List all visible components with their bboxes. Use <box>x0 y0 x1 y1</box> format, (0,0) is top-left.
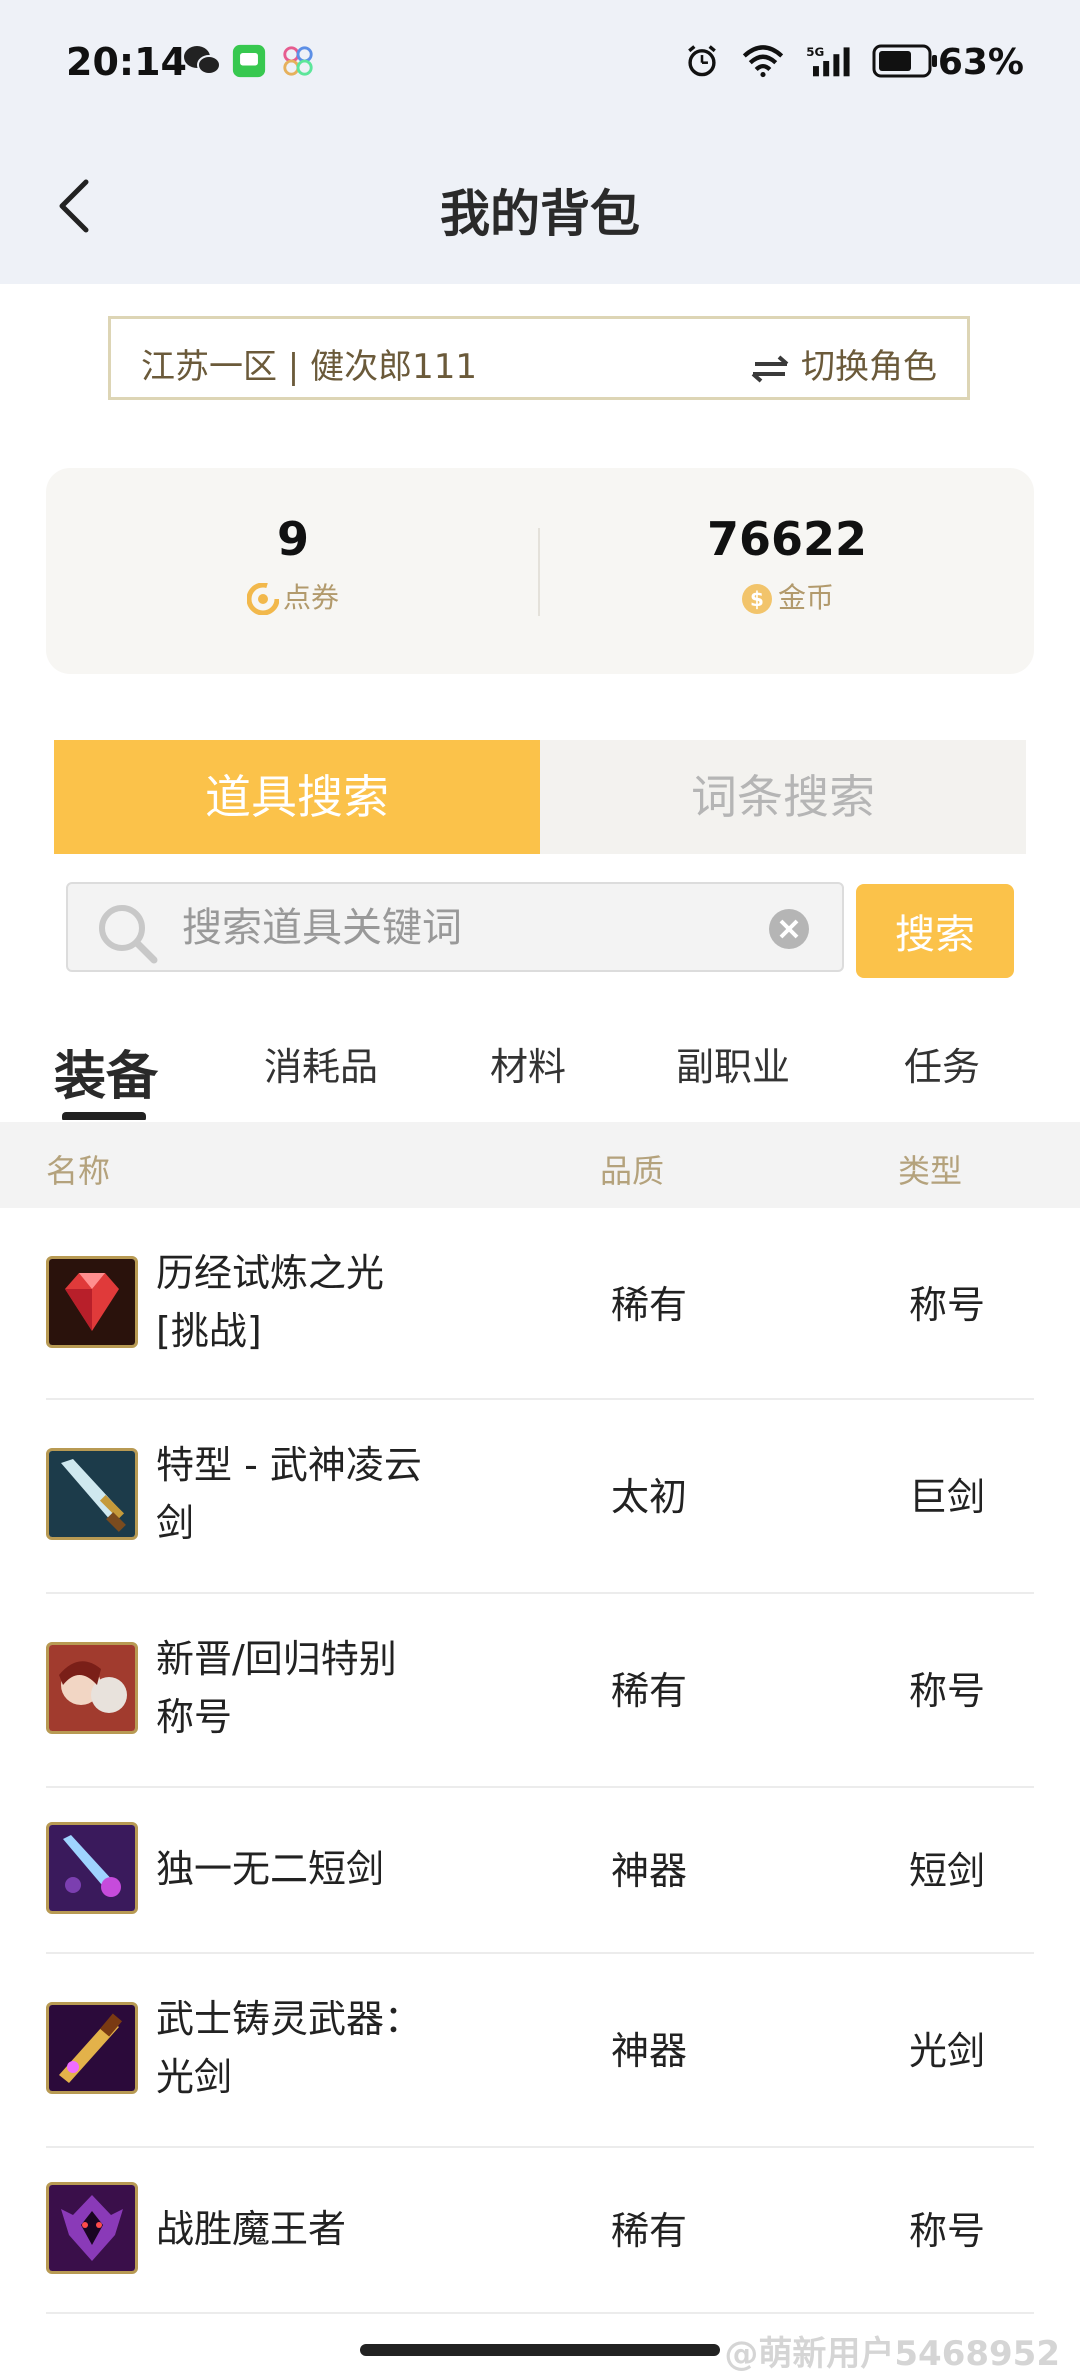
message-app-icon <box>232 44 266 78</box>
item-name: 战胜魔王者 <box>156 2207 347 2251</box>
item-quality: 稀有 <box>610 1669 687 1713</box>
item-type: 称号 <box>908 1669 985 1713</box>
points-value: 9 <box>276 512 309 566</box>
item-type: 称号 <box>908 1283 985 1327</box>
item-type: 光剑 <box>908 2029 985 2073</box>
item-type: 称号 <box>908 2209 985 2253</box>
role-name: 江苏一区 | 健次郎111 <box>141 347 477 387</box>
status-bar: 20:14 5G 63% <box>0 0 1080 130</box>
svg-text:5G: 5G <box>806 45 824 59</box>
red-gem-icon <box>46 1256 138 1348</box>
item-name: 武士铸灵武器： 光剑 <box>156 1997 423 2099</box>
demon-crest-icon <box>46 2182 138 2274</box>
category-tabs: 装备 消耗品 材料 副职业 任务 <box>0 1010 1080 1120</box>
category-materials[interactable]: 材料 <box>490 1036 566 1091</box>
alarm-icon <box>688 45 716 77</box>
clear-icon[interactable] <box>768 908 810 950</box>
search-icon <box>99 905 158 964</box>
gold-label: 金币 <box>777 581 834 614</box>
points-coupon-icon <box>246 582 280 616</box>
signal-5g-icon: 5G <box>806 45 850 77</box>
points-stat: 9 点券 <box>46 512 540 616</box>
switch-role-label: 切换角色 <box>801 347 937 387</box>
category-subprofession[interactable]: 副职业 <box>676 1036 790 1091</box>
search-button[interactable]: 搜索 <box>856 884 1014 978</box>
search-type-tabs: 道具搜索 词条搜索 <box>54 740 1026 854</box>
item-name: 独一无二短剑 <box>156 1847 385 1891</box>
item-quality: 太初 <box>610 1475 687 1519</box>
category-active-indicator <box>62 1112 146 1120</box>
page-title: 我的背包 <box>440 185 640 243</box>
header-name: 名称 <box>46 1152 111 1190</box>
category-quests[interactable]: 任务 <box>904 1036 980 1091</box>
table-row[interactable]: 武士铸灵武器： 光剑 神器 光剑 <box>46 1954 1034 2148</box>
greatsword-icon <box>46 1448 138 1540</box>
wechat-icon <box>184 46 221 75</box>
category-consumables[interactable]: 消耗品 <box>264 1036 378 1091</box>
app-grid-icon <box>283 46 313 76</box>
search-field <box>66 882 844 972</box>
table-header: 名称 品质 类型 <box>0 1122 1080 1208</box>
tab-entry-search[interactable]: 词条搜索 <box>540 740 1026 854</box>
battery-percentage: 63% <box>937 42 1024 83</box>
status-time: 20:14 <box>66 40 187 84</box>
item-name: 历经试炼之光 [挑战] <box>156 1251 385 1353</box>
table-row[interactable]: 独一无二短剑 神器 短剑 <box>46 1788 1034 1954</box>
character-portrait-icon <box>46 1642 138 1734</box>
battery-icon <box>872 44 937 78</box>
item-quality: 神器 <box>610 2029 687 2073</box>
gold-coin-icon: $ <box>741 584 772 614</box>
item-name: 新晋/回归特别 称号 <box>156 1637 397 1739</box>
table-row[interactable]: 新晋/回归特别 称号 稀有 称号 <box>46 1594 1034 1788</box>
item-type: 巨剑 <box>908 1475 985 1519</box>
item-quality: 神器 <box>610 1849 687 1893</box>
switch-role-button[interactable]: 切换角色 <box>749 339 937 388</box>
currency-card: 9 点券 76622 $ 金币 <box>46 468 1034 674</box>
table-row[interactable]: 战胜魔王者 稀有 称号 <box>46 2148 1034 2314</box>
dagger-icon <box>46 1822 138 1914</box>
search-input[interactable] <box>180 898 724 958</box>
role-selector: 江苏一区 | 健次郎111 切换角色 <box>108 316 970 400</box>
switch-arrows-icon <box>751 354 789 383</box>
gold-value: 76622 <box>706 512 868 566</box>
svg-text:$: $ <box>750 587 764 611</box>
nav-bar: 我的背包 <box>0 130 1080 284</box>
points-label: 点券 <box>282 581 339 614</box>
item-type: 短剑 <box>908 1849 985 1893</box>
header-type: 类型 <box>898 1152 963 1190</box>
item-name: 特型 - 武神凌云 剑 <box>156 1443 422 1545</box>
lightsaber-icon <box>46 2002 138 2094</box>
tab-item-search[interactable]: 道具搜索 <box>54 740 540 854</box>
gold-stat: 76622 $ 金币 <box>540 512 1034 616</box>
watermark: @萌新用户5468952 <box>724 2334 1060 2374</box>
item-quality: 稀有 <box>610 2209 687 2253</box>
wifi-icon <box>742 45 784 78</box>
home-indicator[interactable] <box>360 2344 720 2356</box>
table-row[interactable]: 历经试炼之光 [挑战] 稀有 称号 <box>46 1208 1034 1400</box>
category-equipment[interactable]: 装备 <box>54 1034 158 1109</box>
item-quality: 稀有 <box>610 1283 687 1327</box>
table-row[interactable]: 特型 - 武神凌云 剑 太初 巨剑 <box>46 1400 1034 1594</box>
header-quality: 品质 <box>600 1152 665 1190</box>
